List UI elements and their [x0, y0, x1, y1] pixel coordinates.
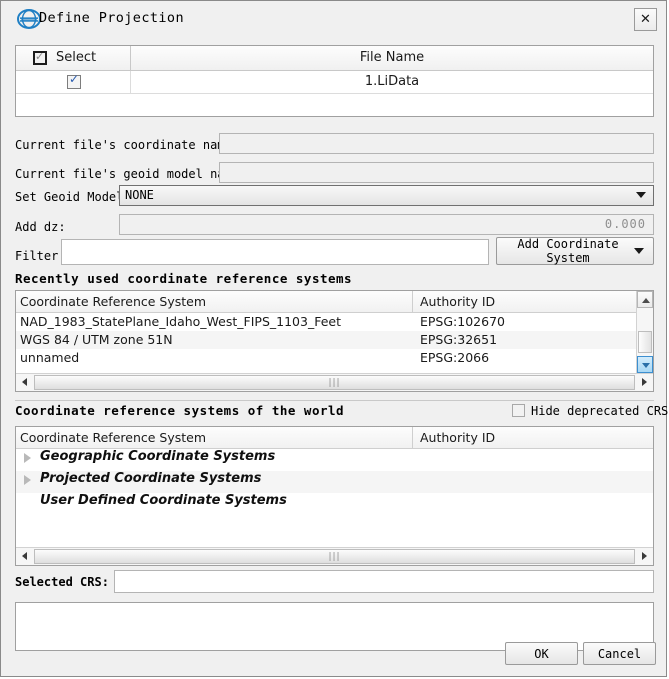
set-geoid-model-label: Set Geoid Model: — [15, 190, 131, 204]
world-tree-label: Projected Coordinate Systems — [40, 471, 262, 486]
recent-crs-authority: EPSG:102670 — [420, 314, 505, 329]
triangle-down-icon — [642, 363, 650, 368]
world-tree-label: User Defined Coordinate Systems — [40, 493, 287, 508]
scroll-down-button[interactable] — [637, 356, 653, 373]
current-geoid-model-label: Current file's geoid model name: — [15, 167, 247, 181]
recent-crs-authority: EPSG:2066 — [420, 350, 490, 365]
list-item[interactable]: unnamed EPSG:2066 — [16, 349, 636, 367]
world-list-rows: Geographic Coordinate Systems Projected … — [16, 449, 653, 547]
scroll-left-button[interactable] — [16, 374, 33, 391]
set-geoid-model-select[interactable]: NONE — [119, 185, 654, 206]
list-item[interactable]: Projected Coordinate Systems — [16, 471, 653, 493]
check-icon: ✓ — [35, 50, 45, 63]
world-col-authority-label: Authority ID — [420, 430, 496, 445]
scroll-left-button[interactable] — [16, 548, 33, 565]
column-divider[interactable] — [412, 427, 413, 448]
window-title: Define Projection — [39, 10, 184, 26]
filter-input[interactable] — [61, 239, 489, 265]
column-divider[interactable] — [412, 291, 413, 312]
scroll-right-button[interactable] — [636, 374, 653, 391]
hide-deprecated-checkbox[interactable] — [512, 404, 525, 417]
hide-deprecated-label: Hide deprecated CRSs — [531, 404, 669, 418]
chevron-right-icon[interactable] — [24, 475, 31, 485]
add-dz-field: 0.000 — [119, 214, 654, 235]
add-coordinate-system-button[interactable]: Add Coordinate System — [496, 237, 654, 265]
triangle-right-icon — [642, 552, 647, 560]
current-coordinate-name-field — [219, 133, 654, 154]
close-button[interactable]: ✕ — [634, 8, 657, 31]
add-coordinate-system-label: Add Coordinate System — [517, 237, 619, 265]
world-list-horizontal-scrollbar[interactable]: ||| — [16, 547, 653, 565]
set-geoid-model-value: NONE — [125, 188, 154, 202]
world-crs-list: Coordinate Reference System Authority ID… — [15, 426, 654, 566]
list-item[interactable]: NAD_1983_StatePlane_Idaho_West_FIPS_1103… — [16, 313, 636, 331]
recent-crs-name: unnamed — [20, 350, 80, 365]
selected-crs-label: Selected CRS: — [15, 575, 109, 589]
recent-crs-authority: EPSG:32651 — [420, 332, 498, 347]
add-dz-label: Add dz: — [15, 220, 66, 234]
recent-list-horizontal-scrollbar[interactable]: ||| — [16, 373, 653, 391]
filter-label: Filter — [15, 249, 59, 263]
file-row-checkbox[interactable]: ✓ — [67, 72, 81, 89]
list-item[interactable]: Geographic Coordinate Systems — [16, 449, 653, 471]
chevron-right-icon[interactable] — [24, 453, 31, 463]
define-projection-dialog: Define Projection ✕ ✓ Select File Name ✓ — [0, 0, 669, 677]
world-list-header: Coordinate Reference System Authority ID — [16, 427, 653, 449]
add-dz-value: 0.000 — [604, 217, 646, 231]
world-tree-label: Geographic Coordinate Systems — [40, 449, 276, 464]
recent-crs-name: WGS 84 / UTM zone 51N — [20, 332, 173, 347]
scroll-thumb[interactable] — [638, 331, 652, 353]
check-icon: ✓ — [69, 72, 80, 86]
grip-icon: ||| — [328, 377, 341, 388]
file-table-header: ✓ Select File Name — [16, 46, 653, 71]
scroll-thumb[interactable]: ||| — [34, 549, 635, 564]
current-geoid-model-field — [219, 162, 654, 183]
file-table: ✓ Select File Name ✓ 1.LiData — [15, 45, 654, 117]
recent-section-title: Recently used coordinate reference syste… — [15, 271, 353, 286]
table-row[interactable]: ✓ 1.LiData — [16, 71, 653, 94]
file-table-header-select: ✓ Select — [16, 46, 131, 70]
triangle-right-icon — [642, 378, 647, 386]
list-item[interactable]: User Defined Coordinate Systems — [16, 493, 653, 515]
recent-crs-name: NAD_1983_StatePlane_Idaho_West_FIPS_1103… — [20, 314, 341, 329]
select-all-checkbox[interactable]: ✓ — [33, 50, 47, 65]
ok-button-label: OK — [534, 646, 549, 661]
list-item[interactable]: WGS 84 / UTM zone 51N EPSG:32651 — [16, 331, 636, 349]
recent-col-authority-label: Authority ID — [420, 294, 496, 309]
scroll-up-button[interactable] — [637, 291, 653, 308]
file-table-header-filename: File Name — [131, 46, 653, 70]
triangle-left-icon — [22, 378, 27, 386]
recent-col-crs-label: Coordinate Reference System — [20, 294, 207, 309]
title-bar: Define Projection ✕ — [1, 1, 666, 38]
scroll-right-button[interactable] — [636, 548, 653, 565]
world-section-title: Coordinate reference systems of the worl… — [15, 403, 345, 418]
triangle-up-icon — [642, 298, 650, 303]
close-icon: ✕ — [640, 12, 651, 27]
current-coordinate-name-label: Current file's coordinate name: — [15, 138, 239, 152]
select-column-label: Select — [56, 50, 97, 65]
selected-crs-field[interactable] — [114, 570, 654, 593]
file-row-name: 1.LiData — [364, 74, 420, 89]
recent-list-rows: NAD_1983_StatePlane_Idaho_West_FIPS_1103… — [16, 313, 636, 373]
cancel-button-label: Cancel — [597, 646, 642, 661]
chevron-down-icon — [636, 192, 646, 198]
grip-icon: ||| — [328, 551, 341, 562]
cancel-button[interactable]: Cancel — [583, 642, 656, 665]
ok-button[interactable]: OK — [505, 642, 578, 665]
file-row-select-cell: ✓ — [16, 71, 131, 93]
recent-list-header: Coordinate Reference System Authority ID — [16, 291, 653, 313]
section-divider — [15, 400, 654, 401]
chevron-down-icon — [634, 248, 644, 254]
world-col-crs-label: Coordinate Reference System — [20, 430, 207, 445]
recent-crs-list: Coordinate Reference System Authority ID… — [15, 290, 654, 392]
recent-list-vertical-scrollbar[interactable] — [636, 291, 653, 373]
scroll-thumb[interactable]: ||| — [34, 375, 635, 390]
triangle-left-icon — [22, 552, 27, 560]
filename-column-label: File Name — [359, 50, 425, 65]
